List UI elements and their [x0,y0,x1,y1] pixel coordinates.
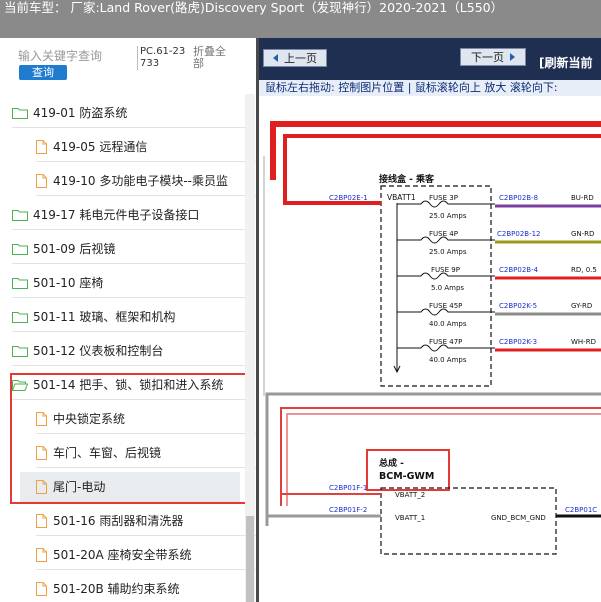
tree-item-419-10[interactable]: 419-10 多功能电子模块--乘员监 [36,166,257,196]
bcm-connector: C2BP01F-2 [329,506,367,514]
next-page-label: 下一页 [471,51,504,64]
next-page-button[interactable]: 下一页 [460,48,526,66]
search-input[interactable] [18,48,132,64]
fuse-amps: 25.0 Amps [429,248,467,256]
usage-hint: 鼠标左右拖动: 控制图片位置 | 鼠标滚轮向上 放大 滚轮向下: [259,80,601,96]
fuse-connector: C2BP02K-3 [499,338,537,346]
document-icon [36,547,47,562]
folder-icon [12,311,28,323]
fuse-symbol [397,272,495,280]
fuse-connector: C2BP02B-12 [497,230,541,238]
tree-item-501-20a[interactable]: 501-20A 座椅安全带系统 [36,540,257,570]
search-button[interactable]: 查询 [19,65,67,80]
tree-item-label: 501-09 后视镜 [33,242,116,256]
prev-page-button[interactable]: 上一页 [263,49,327,67]
bcm-title-highlight [366,449,450,491]
lower-loop-red-2 [286,413,601,506]
tree-item-501-16[interactable]: 501-16 雨刮器和清洗器 [36,506,257,536]
bcm-wire-gray [265,514,381,526]
tree-item-419-01[interactable]: 419-01 防盗系统 [12,98,252,128]
tree-item-501-10[interactable]: 501-10 座椅 [12,268,252,298]
fuse-symbol [397,236,495,244]
fuse-amps: 40.0 Amps [429,356,467,364]
fuse-wire: BU-RD [571,194,594,202]
bcm-pin: VBATT_2 [395,491,425,499]
document-icon [36,139,47,154]
fuse-name: FUSE 9P [431,266,460,274]
left-connector: C2BP02E-1 [329,194,368,202]
tree-item-label: 419-10 多功能电子模块--乘员监 [53,174,228,188]
fuse-wire: GN-RD [571,230,594,238]
wiring-diagram[interactable]: 接线盒 - 乘客 VBATT1 C2BP02E-1 FUSE 3P 25.0 A… [259,96,601,602]
tree-item-label: 419-05 远程通信 [53,140,148,154]
folder-icon [12,209,28,221]
tree-item-label: 501-20B 辅助约束系统 [53,582,180,596]
vbatt1-label: VBATT1 [387,193,416,202]
tree-item-label: 501-20A 座椅安全带系统 [53,548,192,562]
fuse-wire: WH-RD [571,338,596,346]
sidebar: 查询 PC.61-23733 折叠全部 419-01 防盗系统 419-05 远… [0,38,257,602]
collapse-all-button[interactable]: 折叠全部 [193,46,233,70]
arrow-right-icon [510,53,515,61]
fuse-name: FUSE 47P [429,338,462,346]
fuse-connector: C2BP02B-4 [499,266,539,274]
red-wire-loop [270,121,601,180]
bcm-right-connector: C2BP01C [565,506,597,514]
document-icon [36,581,47,596]
folder-icon [12,277,28,289]
top-bar: 当前车型： 厂家:Land Rover(路虎)Discovery Sport（发… [0,0,601,38]
fuse-symbol [397,344,495,352]
bus-end-arrow [393,351,401,374]
folder-icon [12,345,28,357]
tree-item-label: 501-16 雨刮器和清洗器 [53,514,184,528]
tree-item-501-09[interactable]: 501-09 后视镜 [12,234,252,264]
tree-item-label: 501-10 座椅 [33,276,104,290]
fuse-connector: C2BP02K-5 [499,302,537,310]
tree-item-label: 501-11 玻璃、框架和机构 [33,310,176,324]
junction-box-title: 接线盒 - 乘客 [379,173,435,185]
tree-item-label: 501-12 仪表板和控制台 [33,344,164,358]
bcm-connector: C2BP01F-1 [329,484,367,492]
arrow-left-icon [273,54,278,62]
tree-item-label: 419-17 耗电元件电子设备接口 [33,208,200,222]
vehicle-title: 当前车型： 厂家:Land Rover(路虎)Discovery Sport（发… [4,0,504,15]
fuse-amps: 5.0 Amps [431,284,464,292]
fuse-wire: GY-RD [571,302,592,310]
main-pane: 上一页 下一页 [刷新当前 鼠标左右拖动: 控制图片位置 | 鼠标滚轮向上 放大… [259,38,601,602]
highlight-box [10,373,250,504]
search-area: 查询 PC.61-23733 折叠全部 [0,38,257,84]
bcm-wire-red [280,493,381,506]
tree-item-419-05[interactable]: 419-05 远程通信 [36,132,257,162]
fuse-amps: 25.0 Amps [429,212,467,220]
tree-item-501-12[interactable]: 501-12 仪表板和控制台 [12,336,252,366]
tree-item-501-20b[interactable]: 501-20B 辅助约束系统 [36,574,257,602]
red-wire-loop-inner [283,134,601,180]
bcm-gnd-pin: GND_BCM_GND [491,514,546,522]
tree-item-419-17[interactable]: 419-17 耗电元件电子设备接口 [12,200,252,230]
fuse-name: FUSE 45P [429,302,462,310]
fuse-amps: 40.0 Amps [429,320,467,328]
fuse-wire: RD, 0.5 [571,266,597,274]
pc-code: PC.61-23733 [137,46,189,70]
bcm-title-line1: 总成 - [379,457,404,469]
bcm-title-line2: BCM-GWM [379,471,434,482]
tree-item-501-11[interactable]: 501-11 玻璃、框架和机构 [12,302,252,332]
document-icon [36,173,47,188]
folder-icon [12,107,28,119]
prev-page-label: 上一页 [284,52,317,65]
fuse-connector: C2BP02B-8 [499,194,538,202]
scrollbar-thumb[interactable] [246,516,254,602]
toolbar: 上一页 下一页 [刷新当前 [259,38,601,80]
refresh-current-button[interactable]: [刷新当前 [539,54,593,71]
document-icon [36,513,47,528]
folder-icon [12,243,28,255]
bcm-pin: VBATT_1 [395,514,425,522]
fuse-symbol [397,308,495,316]
tree-item-label: 419-01 防盗系统 [33,106,128,120]
